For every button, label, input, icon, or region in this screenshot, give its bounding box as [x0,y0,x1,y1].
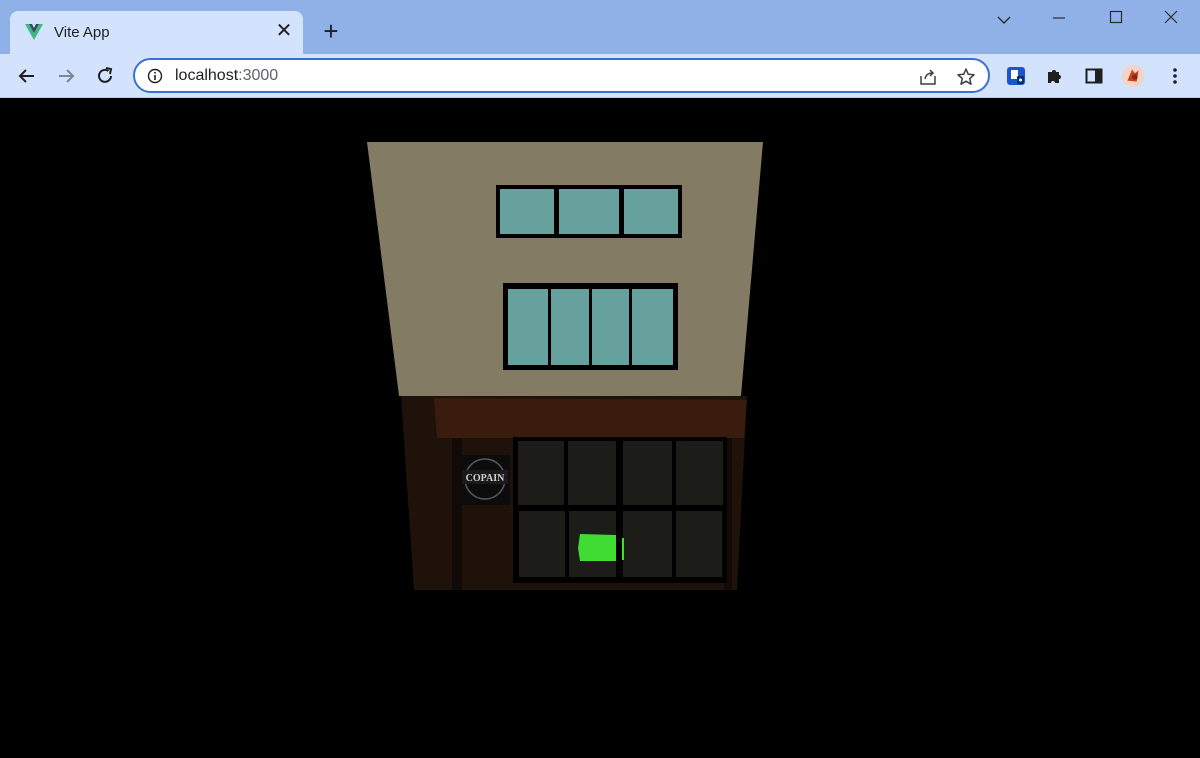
extensions-menu-button[interactable] [1043,64,1067,88]
url-text[interactable]: localhost:3000 [175,67,278,85]
extension-icon [1007,67,1025,85]
reload-button[interactable] [93,64,117,88]
back-arrow-icon [18,69,34,83]
star-icon [957,68,975,85]
minimize-icon [1053,17,1065,19]
browser-toolbar: localhost:3000 [0,54,1200,98]
page-viewport: COPAIN [0,98,1200,758]
forward-button[interactable] [54,64,78,88]
minimize-button[interactable] [1049,10,1069,30]
profile-button[interactable] [1121,64,1145,88]
shop-window [513,437,727,583]
info-icon[interactable] [147,68,163,84]
3d-canvas[interactable]: COPAIN [0,98,1200,758]
side-panel-icon [1085,68,1103,84]
green-light [578,534,616,561]
reload-icon [98,67,113,83]
profile-avatar [1121,64,1145,88]
extension-button[interactable] [1004,64,1028,88]
shop-sign: COPAIN [460,455,510,505]
share-icon [920,69,936,85]
bookmark-button[interactable] [956,67,976,87]
chevron-down-icon [997,16,1011,24]
kebab-menu-icon [1173,68,1177,84]
puzzle-icon [1048,70,1061,83]
browser-window: Vite App ✕ + localhost:3000 COPAIN [0,0,1200,758]
share-button[interactable] [918,67,938,87]
url-host: localhost [175,67,239,84]
browser-tab[interactable]: Vite App ✕ [10,11,303,54]
tab-title: Vite App [54,24,110,41]
green-light-edge [622,538,624,560]
address-bar[interactable]: localhost:3000 [133,58,990,93]
browser-menu-button[interactable] [1163,64,1187,88]
tab-search-button[interactable] [994,10,1014,30]
vite-logo-icon [25,24,43,40]
maximize-icon [1109,10,1123,24]
maximize-button[interactable] [1106,10,1126,30]
new-tab-button[interactable]: + [318,18,344,45]
side-panel-button[interactable] [1082,64,1106,88]
title-bar: Vite App ✕ + [0,0,1200,54]
back-button[interactable] [15,64,39,88]
tab-close-button[interactable]: ✕ [274,21,294,41]
url-port: :3000 [238,67,279,84]
forward-arrow-icon [59,69,75,83]
close-window-button[interactable] [1161,10,1181,30]
awning [434,398,747,438]
upper-window [496,185,682,238]
close-icon [1164,10,1178,24]
middle-window [503,283,678,370]
shop-sign-text: COPAIN [466,473,505,484]
